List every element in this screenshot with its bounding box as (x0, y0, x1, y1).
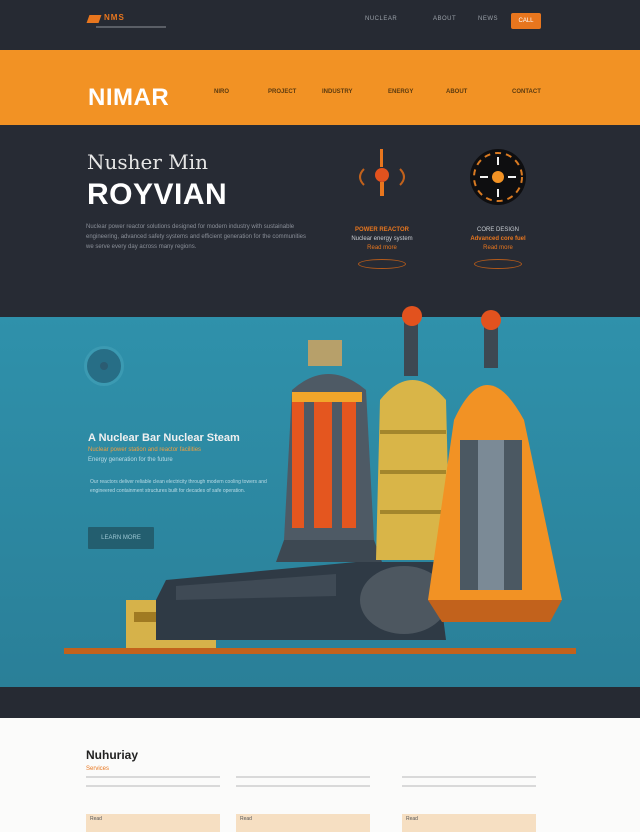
feature-text-2: CORE DESIGN Advanced core fuel Read more (438, 226, 558, 253)
service-card-1[interactable]: Read (86, 776, 220, 832)
card-line (236, 785, 370, 787)
tower-cap (292, 374, 366, 390)
yellow-rib-1 (380, 430, 446, 434)
nav-item-3[interactable]: INDUSTRY (322, 89, 352, 95)
ring-decoration (358, 259, 406, 269)
nav-item-2[interactable]: PROJECT (268, 89, 296, 95)
logo-text[interactable]: NMS (104, 13, 125, 22)
yellow-rib-3 (380, 510, 446, 514)
hero-title: ROYVIAN (87, 178, 228, 211)
reactor-icon (359, 149, 405, 196)
card-line (236, 776, 370, 778)
cta-button[interactable]: CALL (511, 13, 541, 29)
reactor-illustration (64, 306, 576, 654)
ring-decoration (474, 259, 522, 269)
service-card-3[interactable]: Read (402, 776, 536, 832)
service-card-2[interactable]: Read (236, 776, 370, 832)
hero-eyebrow: Nusher Min (87, 150, 209, 174)
card-line (402, 776, 536, 778)
services-title: Nuhuriay (86, 748, 139, 762)
orange-base (428, 600, 562, 622)
core-icon (470, 149, 526, 205)
card-tag[interactable]: Read (240, 816, 252, 822)
card-footer (236, 814, 370, 832)
card-footer (402, 814, 536, 832)
top-link-2[interactable]: ABOUT (433, 16, 456, 22)
orange-cap-knob (481, 310, 501, 330)
tower-stripe-3 (342, 392, 356, 528)
feature-card-2[interactable]: CORE DESIGN Advanced core fuel Read more (438, 145, 558, 269)
nav-item-4[interactable]: ENERGY (388, 89, 413, 95)
card-line (402, 785, 536, 787)
yellow-cap-knob (402, 306, 422, 326)
top-bar (0, 0, 640, 50)
nav-item-1[interactable]: NIRO (214, 89, 229, 95)
card-tag[interactable]: Read (406, 816, 418, 822)
top-link-3[interactable]: NEWS (478, 16, 498, 22)
dark-divider (0, 687, 640, 718)
logo-underline (96, 26, 166, 28)
brand-title[interactable]: NIMAR (88, 84, 169, 112)
top-link-1[interactable]: NUCLEAR (365, 16, 397, 22)
nav-item-5[interactable]: ABOUT (446, 89, 467, 95)
platform-base (64, 648, 576, 654)
feature-2-desc: Advanced core fuel (470, 236, 526, 242)
card-line (86, 776, 220, 778)
card-line (86, 785, 220, 787)
tower-top (308, 340, 342, 366)
feature-card-1[interactable]: POWER REACTOR Nuclear energy system Read… (322, 145, 442, 269)
tower-band (292, 392, 362, 402)
nav-item-6[interactable]: CONTACT (512, 89, 541, 95)
yellow-rib-2 (380, 470, 446, 474)
feature-1-link[interactable]: Read more (322, 244, 442, 253)
services-subtitle: Services (86, 766, 110, 772)
feature-2-title: CORE DESIGN (476, 227, 519, 233)
feature-text-1: POWER REACTOR Nuclear energy system Read… (322, 226, 442, 253)
card-tag[interactable]: Read (90, 816, 102, 822)
page: NMS NUCLEAR ABOUT NEWS CALL NIMAR NIRO P… (0, 0, 640, 832)
tower-foot (276, 540, 382, 562)
feature-1-title: POWER REACTOR (355, 227, 409, 233)
tower-stripe-2 (314, 392, 332, 528)
tower-stripe-1 (292, 392, 304, 528)
feature-2-link[interactable]: Read more (438, 244, 558, 253)
hero-paragraph: Nuclear power reactor solutions designed… (86, 224, 307, 250)
orange-window-core (478, 440, 504, 590)
card-footer (86, 814, 220, 832)
feature-1-desc: Nuclear energy system (351, 236, 413, 242)
